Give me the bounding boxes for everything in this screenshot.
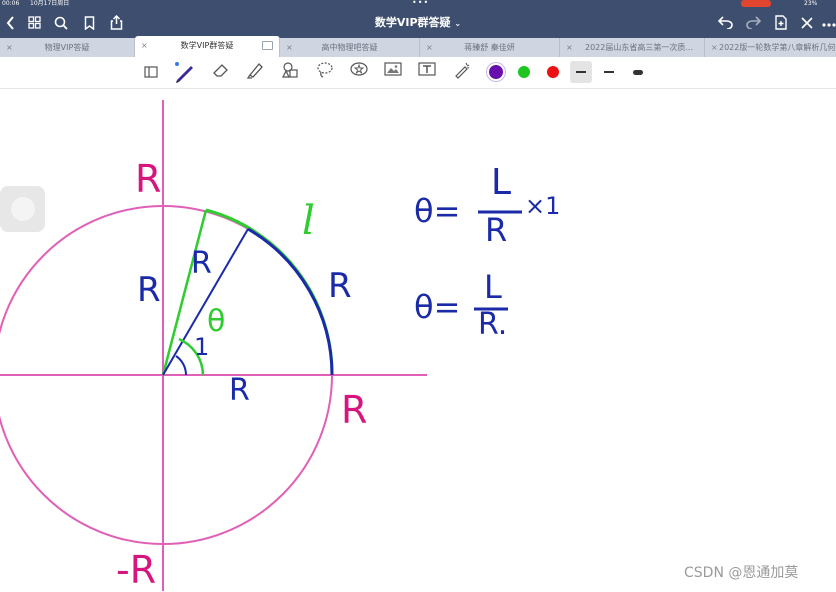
read-mode-icon[interactable]: [140, 61, 162, 83]
tab-label: 蒋臻舒 秦佳妍: [464, 43, 515, 52]
tab-close-icon[interactable]: ×: [711, 38, 718, 57]
label-r-arc: R: [328, 266, 352, 306]
highlighter-icon[interactable]: [244, 61, 266, 83]
formula2-theta: θ=: [414, 288, 461, 326]
color-green-swatch[interactable]: [518, 66, 530, 78]
color-red-swatch[interactable]: [547, 66, 559, 78]
undo-icon[interactable]: [714, 7, 736, 38]
more-icon[interactable]: [818, 7, 836, 38]
label-r-bottom-radius: R: [229, 373, 250, 408]
tab-analytic-geometry[interactable]: × 2022版一轮数学第八章解析几何: [705, 38, 836, 57]
multitask-dots-icon[interactable]: •••: [412, 0, 429, 7]
tab-math-vip[interactable]: × 数学VIP群答疑: [135, 36, 280, 57]
pen-icon[interactable]: [174, 61, 196, 83]
blue-angle-arc: [175, 355, 188, 376]
tab-bar: × 物理VIP答疑 × 数学VIP群答疑 × 高中物理吧答疑 × 蒋臻舒 秦佳妍…: [0, 36, 836, 57]
shapes-icon[interactable]: [279, 61, 301, 83]
label-one: 1: [194, 333, 210, 361]
label-r-right: R: [341, 388, 368, 432]
assistive-touch-knob: [11, 197, 35, 221]
title-bar: 数学VIP群答疑 ⌄: [0, 7, 836, 38]
tab-label: 2022版一轮数学第八章解析几何: [719, 43, 836, 52]
label-arc-l: l: [302, 198, 315, 244]
drawing-toolbar: [0, 57, 836, 89]
formula1-numerator: L: [491, 162, 512, 203]
formula2-numerator: L: [484, 268, 502, 306]
stroke-size-medium[interactable]: [598, 61, 620, 83]
screen-record-indicator: [741, 0, 771, 7]
color-purple-swatch[interactable]: [489, 65, 503, 79]
eraser-icon[interactable]: [210, 61, 232, 83]
formula2-denominator: R.: [478, 307, 508, 342]
tab-label: 高中物理吧答疑: [321, 43, 378, 52]
watermark: CSDN @恩通加莫: [684, 565, 799, 581]
document-title-text: 数学VIP群答疑: [374, 16, 451, 29]
tab-label: 数学VIP群答疑: [180, 41, 234, 50]
label-r-left: R: [137, 270, 161, 310]
tab-label: 物理VIP答疑: [44, 43, 90, 52]
laser-pointer-icon[interactable]: [451, 61, 473, 83]
close-icon[interactable]: [796, 7, 818, 38]
formula1-theta: θ=: [414, 192, 461, 230]
label-r-negative: -R: [116, 548, 157, 592]
document-title[interactable]: 数学VIP群答疑 ⌄: [0, 7, 836, 38]
tab-students[interactable]: × 蒋臻舒 秦佳妍: [420, 38, 560, 57]
stroke-size-thick[interactable]: [627, 61, 649, 83]
stroke-size-thin-selected[interactable]: [570, 61, 592, 83]
label-theta: θ: [207, 304, 226, 339]
lasso-icon[interactable]: [314, 61, 336, 83]
split-view-icon[interactable]: [262, 41, 273, 50]
image-icon[interactable]: [382, 61, 404, 83]
formula1-suffix: ×1: [525, 192, 561, 220]
status-time: 00:06: [2, 0, 20, 7]
blue-arc: [247, 227, 334, 376]
chevron-down-icon: ⌄: [454, 19, 462, 28]
tab-physics-bar[interactable]: × 高中物理吧答疑: [280, 38, 420, 57]
tab-shandong-exam[interactable]: × 2022届山东省高三第一次质...: [560, 38, 705, 57]
label-r-radius: R: [191, 246, 212, 281]
add-page-icon[interactable]: [770, 7, 792, 38]
battery-level: 23%: [804, 0, 818, 7]
drawing-canvas[interactable]: R R R R R R -R θ 1 l θ= L R ×1 θ= L R.: [0, 88, 836, 592]
tab-close-icon[interactable]: ×: [566, 38, 573, 57]
sticker-icon[interactable]: [348, 61, 370, 83]
tab-physics-vip[interactable]: × 物理VIP答疑: [0, 38, 135, 57]
status-bar: 00:06 10月17日周日 ••• 23%: [0, 0, 836, 7]
redo-icon[interactable]: [742, 7, 764, 38]
formula1-denominator: R: [485, 211, 508, 249]
text-icon[interactable]: [416, 61, 438, 83]
status-date: 10月17日周日: [30, 0, 70, 7]
tab-label: 2022届山东省高三第一次质...: [585, 43, 693, 52]
assistive-touch-button[interactable]: [0, 186, 45, 232]
label-r-top: R: [135, 157, 162, 201]
